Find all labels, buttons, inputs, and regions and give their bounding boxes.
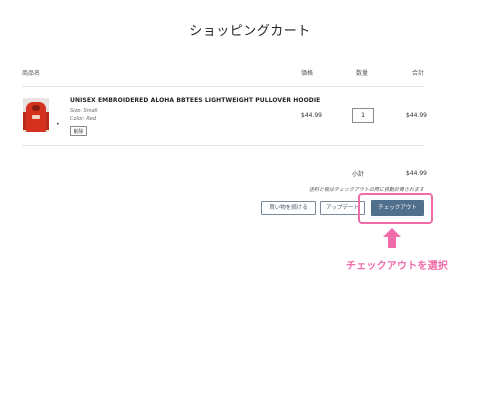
subtotal-label: 小計 <box>352 171 365 178</box>
product-thumbnail[interactable] <box>23 98 49 132</box>
up-arrow-icon <box>383 228 401 248</box>
subtotal-value: $44.99 <box>406 170 427 177</box>
row-divider <box>22 145 425 146</box>
header-product: 商品名 <box>22 70 41 77</box>
product-color: Color: Red <box>70 116 97 122</box>
quantity-input[interactable]: 1 <box>352 108 374 123</box>
checkout-button[interactable]: チェックアウト <box>371 200 424 216</box>
header-total: 合計 <box>412 70 425 77</box>
thumbnail-bullet: • <box>56 121 60 128</box>
header-price: 価格 <box>301 70 314 77</box>
item-total: $44.99 <box>406 112 427 119</box>
product-name-link[interactable]: UNISEX EMBROIDERED ALOHA BBTEES LIGHTWEI… <box>70 97 320 104</box>
page-title: ショッピングカート <box>189 24 311 39</box>
continue-shopping-button[interactable]: 買い物を続ける <box>261 201 316 215</box>
annotation-label: チェックアウトを選択 <box>346 261 448 272</box>
remove-button[interactable]: 削除 <box>70 126 87 136</box>
shipping-tax-note: 送料と税はチェックアウトの際に自動計算されます <box>308 187 424 193</box>
product-size: Size: Small <box>70 108 98 114</box>
item-price: $44.99 <box>301 112 322 119</box>
header-quantity: 数量 <box>356 70 369 77</box>
header-divider <box>22 86 425 87</box>
